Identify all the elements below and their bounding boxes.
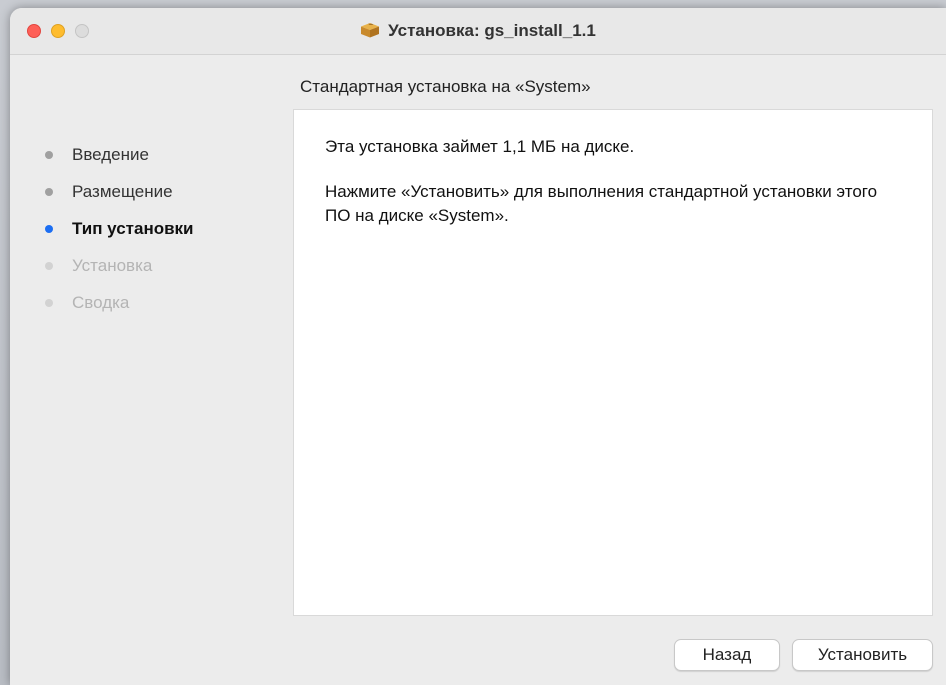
step-label: Сводка xyxy=(72,293,130,312)
step-label: Установка xyxy=(72,256,153,275)
back-button[interactable]: Назад xyxy=(674,639,780,671)
step-label: Введение xyxy=(72,145,149,164)
step-dot-icon xyxy=(45,151,53,159)
install-instruction-text: Нажмите «Установить» для выполнения стан… xyxy=(325,182,878,225)
installer-window: Установка: gs_install_1.1 Стандартная ус… xyxy=(10,8,946,685)
sidebar-step-installation: Установка xyxy=(40,256,194,293)
sidebar-step-summary: Сводка xyxy=(40,293,194,330)
step-dot-icon xyxy=(45,299,53,307)
step-label: Размещение xyxy=(72,182,173,201)
step-dot-icon xyxy=(45,188,53,196)
step-dot-icon xyxy=(45,262,53,270)
window-title: Установка: gs_install_1.1 xyxy=(10,21,946,41)
disk-space-text: Эта установка займет 1,1 МБ на диске. xyxy=(325,137,635,156)
window-title-text: Установка: gs_install_1.1 xyxy=(388,21,596,40)
sidebar-step-introduction: Введение xyxy=(40,145,194,182)
step-dot-icon xyxy=(45,225,53,233)
sidebar-step-installation-type: Тип установки xyxy=(40,219,194,256)
install-button[interactable]: Установить xyxy=(792,639,933,671)
sidebar-step-destination: Размещение xyxy=(40,182,194,219)
package-icon xyxy=(361,23,380,38)
content-panel: Эта установка займет 1,1 МБ на диске. На… xyxy=(293,109,933,616)
steps-sidebar: Введение Размещение Тип установки Устано… xyxy=(40,145,194,330)
page-subtitle: Стандартная установка на «System» xyxy=(300,77,591,96)
title-bar[interactable]: Установка: gs_install_1.1 xyxy=(10,8,946,55)
step-label: Тип установки xyxy=(72,219,194,238)
